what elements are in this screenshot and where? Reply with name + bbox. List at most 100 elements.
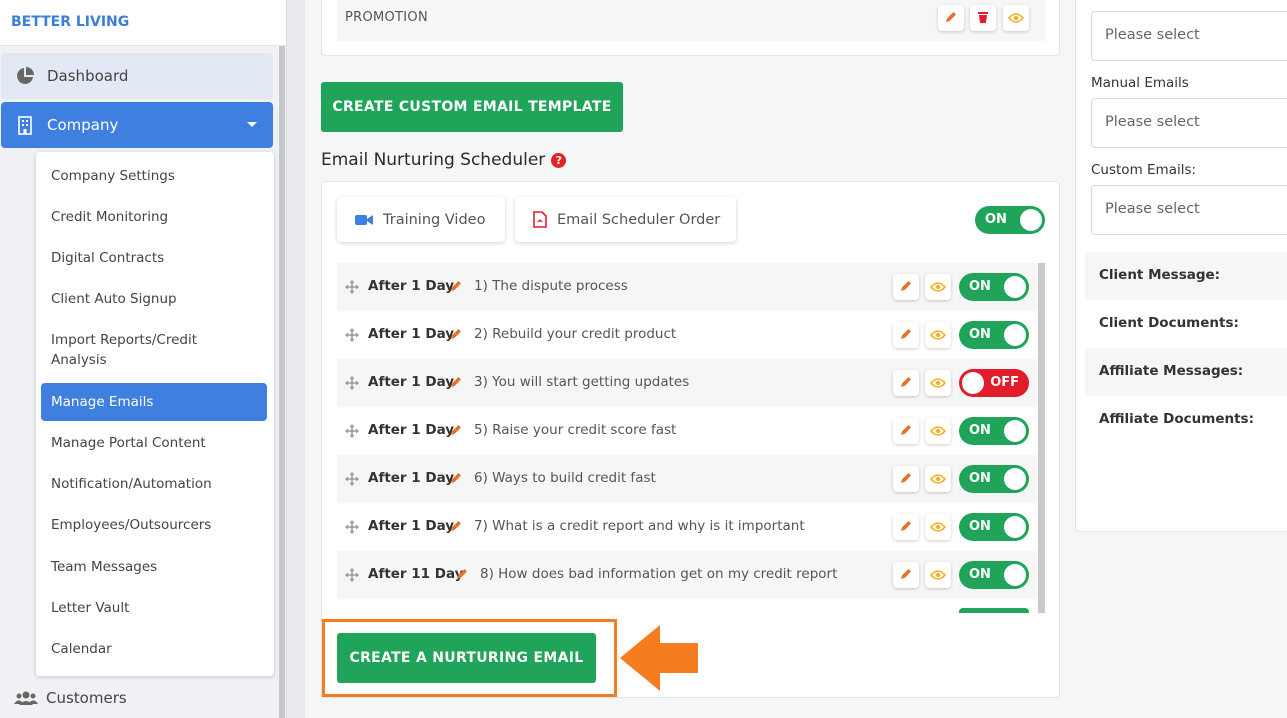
submenu-manage-portal-content[interactable]: Manage Portal Content	[41, 433, 267, 453]
automated-emails-select[interactable]: Please select	[1091, 11, 1287, 61]
sidebar-item-dashboard[interactable]: Dashboard	[1, 53, 273, 99]
preview-email-button[interactable]	[925, 562, 951, 588]
affiliate-messages-row: Affiliate Messages:	[1085, 348, 1287, 396]
partial-toggle	[959, 608, 1029, 613]
preview-email-button[interactable]	[925, 274, 951, 300]
sidebar-item-label: Company	[47, 116, 119, 134]
submenu-import-reports[interactable]: Import Reports/Credit Analysis	[41, 330, 241, 370]
edit-email-button[interactable]	[893, 418, 919, 444]
edit-delay-icon[interactable]	[449, 326, 463, 345]
edit-delay-icon[interactable]	[449, 278, 463, 297]
email-title: 6) Ways to build credit fast	[474, 470, 656, 486]
email-title: 2) Rebuild your credit product	[474, 326, 677, 342]
email-status-toggle[interactable]: ON	[959, 513, 1029, 541]
email-list-scrollbar[interactable]	[1038, 263, 1045, 613]
delay-label: After 1 Day	[368, 278, 455, 294]
custom-emails-select[interactable]: Please select	[1091, 185, 1287, 235]
nurturing-email-row[interactable]: After 1 Day 6) Ways to build credit fast…	[337, 455, 1037, 503]
manual-emails-label: Manual Emails	[1091, 75, 1189, 91]
eye-icon	[929, 422, 947, 441]
email-status-toggle[interactable]: ON	[959, 273, 1029, 301]
help-icon[interactable]: ?	[551, 152, 567, 168]
create-custom-email-template-button[interactable]: CREATE CUSTOM EMAIL TEMPLATE	[321, 82, 623, 132]
toggle-knob	[1004, 468, 1026, 490]
sidebar-item-company[interactable]: Company	[1, 102, 273, 148]
building-icon	[15, 115, 35, 135]
drag-handle-icon[interactable]	[345, 423, 359, 442]
submenu-calendar[interactable]: Calendar	[41, 639, 267, 659]
pencil-icon	[944, 9, 958, 28]
email-status-toggle[interactable]: ON	[959, 465, 1029, 493]
submenu-manage-emails[interactable]: Manage Emails	[41, 383, 267, 421]
submenu-credit-monitoring[interactable]: Credit Monitoring	[41, 207, 267, 227]
drag-handle-icon[interactable]	[345, 471, 359, 490]
nurturing-email-row[interactable]: After 1 Day 7) What is a credit report a…	[337, 503, 1037, 551]
email-scheduler-order-button[interactable]: Email Scheduler Order	[515, 197, 736, 242]
preview-email-button[interactable]	[925, 322, 951, 348]
pencil-icon	[899, 326, 913, 345]
drag-handle-icon[interactable]	[345, 375, 359, 394]
nurturing-email-row[interactable]: After 1 Day 2) Rebuild your credit produ…	[337, 311, 1037, 359]
toggle-label: ON	[969, 567, 991, 582]
edit-email-button[interactable]	[893, 370, 919, 396]
eye-icon	[929, 470, 947, 489]
users-icon	[14, 688, 38, 708]
brand-logo[interactable]: BETTER LIVING	[0, 0, 286, 46]
sidebar-item-customers[interactable]: Customers	[14, 688, 127, 708]
pdf-file-icon	[533, 211, 547, 228]
nurturing-email-row[interactable]: After 11 Day 8) How does bad information…	[337, 551, 1037, 599]
edit-delay-icon[interactable]	[449, 518, 463, 537]
toggle-knob	[1004, 420, 1026, 442]
nurturing-email-row[interactable]: After 1 Day 1) The dispute process ON	[337, 263, 1037, 311]
delay-label: After 1 Day	[368, 518, 455, 534]
email-status-toggle[interactable]: ON	[959, 561, 1029, 589]
drag-handle-icon[interactable]	[345, 327, 359, 346]
edit-email-button[interactable]	[893, 322, 919, 348]
edit-email-button[interactable]	[893, 562, 919, 588]
submenu-team-messages[interactable]: Team Messages	[41, 557, 267, 577]
drag-handle-icon[interactable]	[345, 519, 359, 538]
edit-delay-icon[interactable]	[449, 470, 463, 489]
submenu-client-auto-signup[interactable]: Client Auto Signup	[41, 289, 267, 309]
email-title: 7) What is a credit report and why is it…	[474, 518, 805, 534]
edit-email-button[interactable]	[893, 274, 919, 300]
delete-template-button[interactable]	[970, 5, 996, 31]
preview-template-button[interactable]	[1003, 5, 1029, 31]
client-message-row: Client Message:	[1085, 252, 1287, 300]
drag-handle-icon[interactable]	[345, 567, 359, 586]
submenu-digital-contracts[interactable]: Digital Contracts	[41, 248, 267, 268]
eye-icon	[929, 374, 947, 393]
training-video-button[interactable]: Training Video	[337, 197, 505, 242]
pencil-icon	[899, 518, 913, 537]
affiliate-documents-row: Affiliate Documents:	[1099, 411, 1254, 427]
submenu-company-settings[interactable]: Company Settings	[41, 166, 267, 186]
nurturing-email-row[interactable]: After 1 Day 3) You will start getting up…	[337, 359, 1037, 407]
toggle-knob	[1004, 564, 1026, 586]
pencil-icon	[899, 422, 913, 441]
edit-delay-icon[interactable]	[449, 374, 463, 393]
edit-template-button[interactable]	[938, 5, 964, 31]
email-status-toggle[interactable]: OFF	[959, 369, 1029, 397]
toggle-label: ON	[969, 327, 991, 342]
preview-email-button[interactable]	[925, 514, 951, 540]
training-video-label: Training Video	[383, 211, 486, 228]
edit-delay-icon[interactable]	[449, 422, 463, 441]
section-title: Email Nurturing Scheduler ?	[321, 150, 567, 170]
drag-handle-icon[interactable]	[345, 279, 359, 298]
preview-email-button[interactable]	[925, 418, 951, 444]
edit-delay-icon[interactable]	[455, 566, 469, 585]
edit-email-button[interactable]	[893, 466, 919, 492]
sidebar-scrollbar[interactable]	[279, 46, 285, 718]
submenu-employees-outsourcers[interactable]: Employees/Outsourcers	[41, 515, 267, 535]
manual-emails-select[interactable]: Please select	[1091, 98, 1287, 148]
submenu-letter-vault[interactable]: Letter Vault	[41, 598, 267, 618]
preview-email-button[interactable]	[925, 466, 951, 492]
email-status-toggle[interactable]: ON	[959, 417, 1029, 445]
email-status-toggle[interactable]: ON	[959, 321, 1029, 349]
delay-label: After 11 Day	[368, 566, 464, 582]
edit-email-button[interactable]	[893, 514, 919, 540]
preview-email-button[interactable]	[925, 370, 951, 396]
submenu-notification-automation[interactable]: Notification/Automation	[41, 474, 267, 494]
scheduler-master-toggle[interactable]: ON	[975, 206, 1045, 234]
nurturing-email-row[interactable]: After 1 Day 5) Raise your credit score f…	[337, 407, 1037, 455]
